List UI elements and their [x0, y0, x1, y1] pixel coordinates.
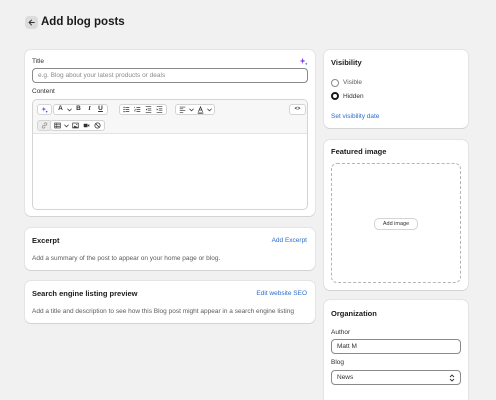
seo-heading: Search engine listing preview: [32, 289, 138, 298]
title-placeholder: e.g. Blog about your latest products or …: [38, 72, 166, 79]
toolbar-format-group: A B I U: [53, 104, 108, 115]
toolbar-ai-group: [37, 104, 52, 115]
back-button[interactable]: [25, 16, 38, 29]
outdent-icon[interactable]: [144, 105, 153, 114]
title-input[interactable]: e.g. Blog about your latest products or …: [32, 68, 308, 83]
organization-card: Organization Author Matt M Blog News: [324, 300, 468, 400]
content-card: Title e.g. Blog about your latest produc…: [25, 50, 315, 216]
add-excerpt-link[interactable]: Add Excerpt: [272, 237, 307, 244]
toolbar-insert-group: [50, 120, 105, 131]
italic-button[interactable]: I: [85, 105, 94, 114]
excerpt-card: Excerpt Add Excerpt Add a summary of the…: [25, 228, 315, 270]
select-chevron-icon: [449, 374, 455, 382]
featured-image-card: Featured image Add image: [324, 140, 468, 290]
image-dropzone[interactable]: Add image: [331, 163, 461, 283]
organization-heading: Organization: [331, 309, 377, 318]
visibility-heading: Visibility: [331, 58, 362, 67]
underline-button[interactable]: U: [96, 105, 105, 114]
visible-radio[interactable]: [331, 79, 339, 87]
bold-button[interactable]: B: [74, 105, 83, 114]
title-label: Title: [32, 58, 45, 65]
arrow-left-icon: [28, 19, 35, 26]
chevron-down-icon[interactable]: [67, 105, 72, 114]
align-left-icon[interactable]: [178, 105, 187, 114]
bulleted-list-icon[interactable]: [122, 105, 131, 114]
ai-magic-icon[interactable]: [40, 105, 49, 114]
content-label: Content: [32, 88, 55, 95]
page-title: Add blog posts: [41, 16, 125, 28]
blog-select[interactable]: News: [331, 370, 461, 385]
set-visibility-date-link[interactable]: Set visibility date: [331, 113, 379, 120]
text-color-icon[interactable]: [196, 105, 205, 114]
chevron-down-icon[interactable]: [189, 105, 194, 114]
hidden-radio[interactable]: [331, 92, 339, 100]
seo-description: Add a title and description to see how t…: [32, 308, 294, 315]
visible-radio-label[interactable]: Visible: [343, 79, 362, 86]
numbered-list-icon[interactable]: [133, 105, 142, 114]
table-icon[interactable]: [53, 121, 62, 130]
seo-card: Search engine listing preview Edit websi…: [25, 281, 315, 323]
text-style-button[interactable]: A: [56, 105, 65, 114]
link-icon[interactable]: [40, 121, 49, 130]
video-icon[interactable]: [82, 121, 91, 130]
author-input[interactable]: Matt M: [331, 339, 461, 354]
author-value: Matt M: [337, 343, 357, 350]
indent-icon[interactable]: [155, 105, 164, 114]
author-label: Author: [331, 329, 351, 336]
toolbar-list-group: [119, 104, 167, 115]
code-view-button[interactable]: <>: [292, 105, 303, 114]
featured-image-heading: Featured image: [331, 147, 387, 156]
excerpt-heading: Excerpt: [32, 236, 60, 245]
hidden-radio-label[interactable]: Hidden: [343, 93, 364, 100]
blog-label: Blog: [331, 359, 345, 366]
edit-seo-link[interactable]: Edit website SEO: [256, 290, 307, 297]
excerpt-description: Add a summary of the post to appear on y…: [32, 255, 221, 262]
image-icon[interactable]: [71, 121, 80, 130]
toolbar-align-group: [175, 104, 215, 115]
clear-formatting-icon[interactable]: [93, 121, 102, 130]
chevron-down-icon[interactable]: [207, 105, 212, 114]
chevron-down-icon[interactable]: [64, 121, 69, 130]
add-image-button[interactable]: Add image: [375, 219, 417, 229]
ai-sparkle-icon[interactable]: [299, 57, 308, 66]
visibility-card: Visibility Visible Hidden Set visibility…: [324, 50, 468, 128]
toolbar-code-group: <>: [289, 104, 306, 115]
blog-value: News: [337, 374, 354, 381]
rich-text-editor[interactable]: A B I U <>: [32, 99, 308, 210]
